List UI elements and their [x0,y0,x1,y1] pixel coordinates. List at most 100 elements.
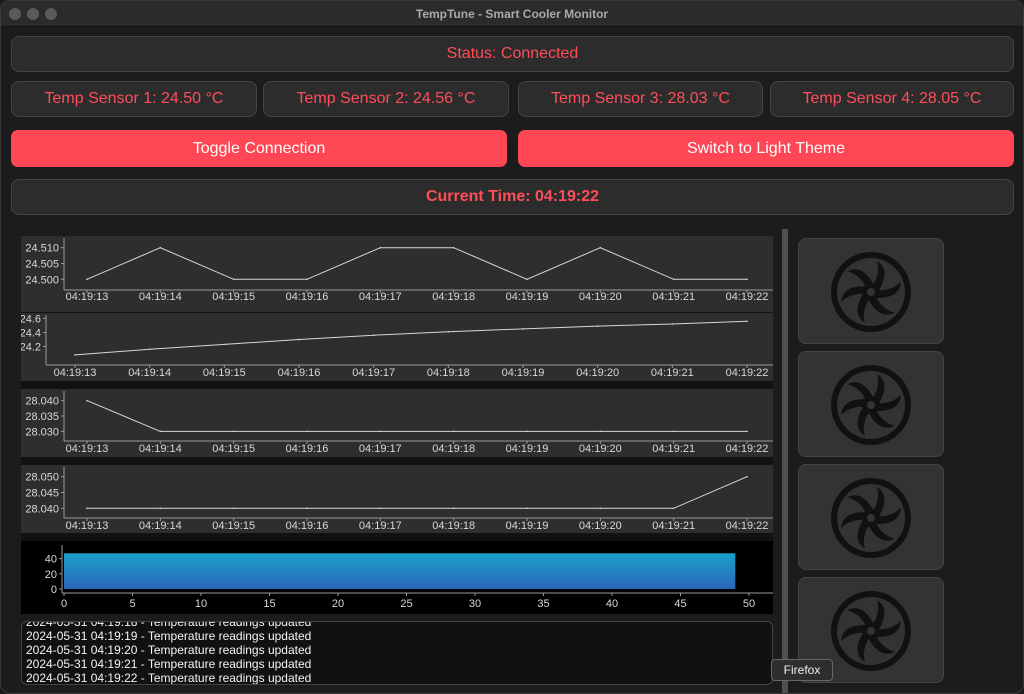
x-tick-label: 04:19:15 [212,520,255,532]
y-tick-label: 24.500 [25,274,59,286]
x-tick-label: 15 [263,598,275,610]
current-time-label: Current Time: 04:19:22 [425,188,600,205]
x-tick-label: 04:19:21 [652,291,695,303]
data-point [596,325,599,327]
sensor-2-panel: Temp Sensor 2: 24.56 °C [263,81,509,117]
data-point [672,278,675,281]
data-point [379,507,382,510]
data-point [671,323,674,325]
x-tick-label: 04:19:13 [66,291,109,303]
y-tick-label: 24.6 [21,313,41,325]
log-output[interactable]: 2024-05-31 04:19:18 - Temperature readin… [21,621,773,685]
x-tick-label: 04:19:16 [278,367,321,379]
data-point [372,334,375,337]
x-tick-label: 04:19:14 [128,367,171,379]
app-window: TempTune - Smart Cooler Monitor Status: … [0,0,1024,694]
data-point [599,430,602,433]
x-tick-label: 04:19:19 [502,367,545,379]
data-point [522,328,524,330]
data-point [379,246,382,249]
sensor-4-label: Temp Sensor 4: 28.05 °C [802,90,982,107]
x-tick-label: 04:19:18 [432,520,475,532]
status-label: Status: Connected [446,45,579,62]
data-point [526,430,528,433]
data-point [452,507,455,510]
x-tick-label: 10 [195,598,207,610]
data-point [86,399,88,402]
y-tick-label: 28.045 [25,488,59,500]
x-tick-label: 04:19:17 [352,367,395,379]
x-tick-label: 04:19:16 [286,520,329,532]
toggle-connection-button[interactable]: Toggle Connection [11,130,507,167]
switch-theme-button[interactable]: Switch to Light Theme [518,130,1014,167]
data-point [526,507,528,510]
fan-card-3 [798,464,944,570]
data-point [148,348,151,351]
data-point [232,430,235,433]
data-point [159,507,162,510]
data-point [379,430,382,433]
sensor-3-label: Temp Sensor 3: 28.03 °C [551,90,730,107]
fan-icon [831,478,911,558]
y-tick-label: 24.510 [25,243,59,255]
y-tick-label: 0 [51,584,57,596]
x-tick-label: 04:19:17 [359,520,402,532]
x-tick-label: 50 [743,598,755,610]
x-tick-label: 40 [606,598,618,610]
sensor-2-label: Temp Sensor 2: 24.56 °C [296,90,476,107]
fan-icon [831,365,911,445]
data-point [672,507,675,510]
data-point [447,330,450,333]
fan-card-2 [798,351,944,457]
fan-icon [831,591,911,671]
sensor-1-label: Temp Sensor 1: 24.50 °C [44,90,224,107]
x-tick-label: 04:19:14 [139,443,182,455]
x-tick-label: 04:19:18 [432,443,475,455]
x-tick-label: 04:19:20 [576,367,619,379]
y-tick-label: 24.2 [21,341,41,353]
x-tick-label: 04:19:13 [54,367,97,379]
x-tick-label: 20 [332,598,344,610]
x-tick-label: 04:19:15 [203,367,246,379]
data-point [232,278,235,281]
x-tick-label: 04:19:22 [726,520,769,532]
x-tick-label: 04:19:21 [652,520,695,532]
current-time-panel: Current Time: 04:19:22 [11,179,1014,215]
x-tick-label: 04:19:14 [139,520,182,532]
y-tick-label: 28.050 [25,472,59,484]
data-point [452,246,455,249]
data-point [599,246,602,249]
x-tick-label: 04:19:18 [432,291,475,303]
x-tick-label: 35 [537,598,549,610]
x-tick-label: 04:19:19 [506,520,549,532]
temperature-graphs[interactable]: 24.510 24.505 24.500 04:19:13 04:19:14 04:19:… [21,236,773,614]
title-bar: TempTune - Smart Cooler Monitor [1,1,1023,27]
data-point [74,354,76,356]
x-tick-label: 5 [129,598,135,610]
data-point [306,278,308,281]
data-point [599,507,602,510]
window-title: TempTune - Smart Cooler Monitor [415,7,609,21]
x-tick-label: 04:19:22 [726,367,769,379]
data-point [746,475,748,478]
splitter-handle[interactable] [782,229,788,693]
data-point [86,278,88,281]
x-tick-label: 25 [400,598,412,610]
plot-area[interactable]: 24.510 24.505 24.500 04:19:13 04:19:14 04:19:… [21,236,773,614]
log-line: 2024-05-31 04:19:21 - Temperature readin… [26,657,312,671]
x-tick-label: 04:19:20 [579,520,622,532]
sensor-3-panel: Temp Sensor 3: 28.03 °C [518,81,763,117]
data-point [452,430,455,433]
x-tick-label: 04:19:14 [139,291,182,303]
x-tick-label: 04:19:17 [359,443,402,455]
sensor-1-panel: Temp Sensor 1: 24.50 °C [11,81,257,117]
heatmap-fill [64,553,736,589]
data-point [223,343,226,346]
dock-tooltip: Firefox [771,659,833,681]
x-tick-label: 0 [61,598,67,610]
y-tick-label: 24.4 [21,327,41,339]
y-tick-label: 24.505 [25,259,59,271]
x-tick-label: 04:19:19 [506,291,549,303]
x-tick-label: 04:19:15 [212,291,255,303]
x-tick-label: 04:19:15 [212,443,255,455]
